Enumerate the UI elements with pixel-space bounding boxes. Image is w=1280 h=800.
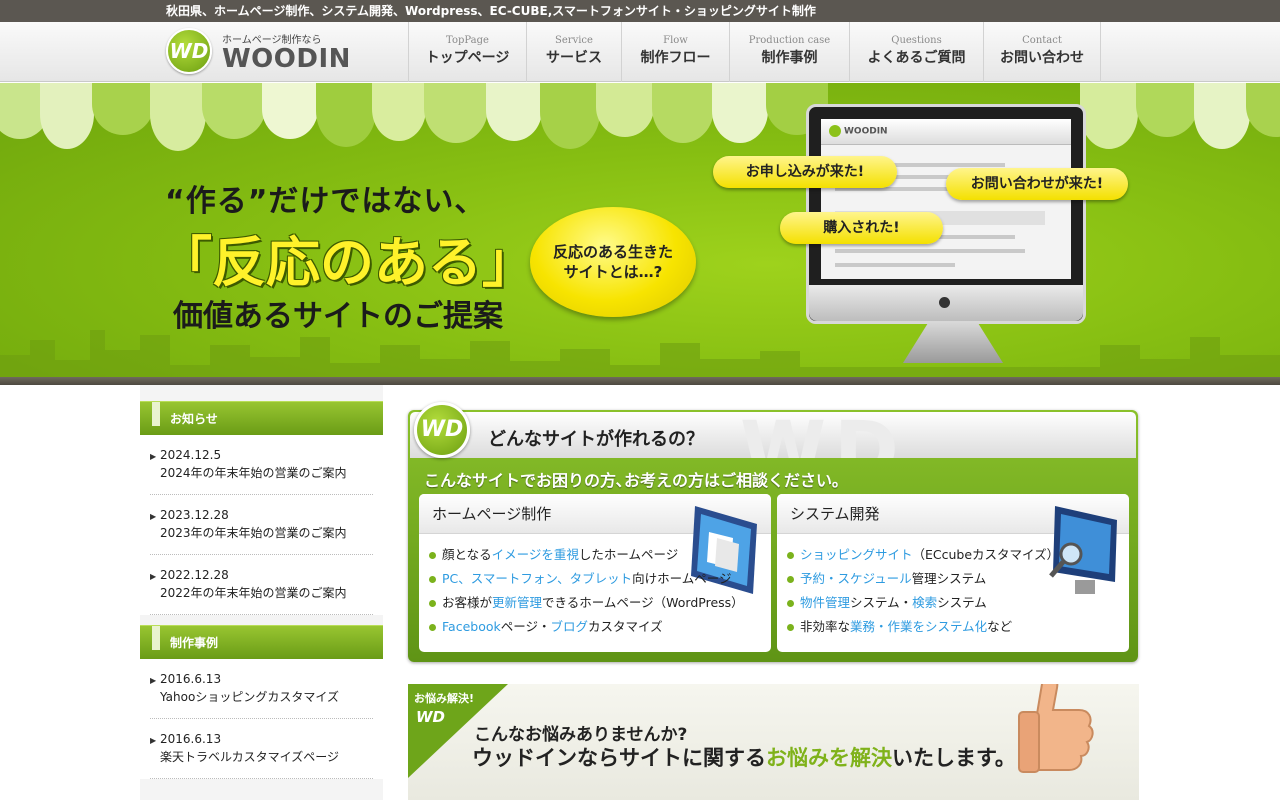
news-date: 2023.12.28 — [160, 508, 229, 522]
sidebar: お知らせ 2024.12.5 2024年の年末年始の営業のご案内 2023.12… — [140, 385, 383, 800]
hero-headline-3: 価値あるサイトのご提案 — [173, 299, 503, 334]
homepage-features: 顔となるイメージを重視したホームページ PC、スマートフォン、タブレット向けホー… — [419, 534, 771, 639]
site-description: 秋田県、ホームページ制作、システム開発、Wordpress、EC-CUBE,スマ… — [166, 4, 816, 18]
top-strip: 秋田県、ホームページ制作、システム開発、Wordpress、EC-CUBE,スマ… — [0, 0, 1280, 22]
news-item[interactable]: 2022.12.28 2022年の年末年始の営業のご案内 — [150, 555, 373, 615]
feature-item: 顔となるイメージを重視したホームページ — [429, 543, 771, 567]
feature-item: PC、スマートフォン、タブレット向けホームページ — [429, 567, 771, 591]
wd-badge-icon: WD — [414, 402, 470, 458]
feature-item: 物件管理システム・検索システム — [787, 591, 1129, 615]
nav-item-en: Production case — [748, 35, 831, 46]
works-date: 2016.6.13 — [160, 672, 222, 686]
nav-item-label: よくあるご質問 — [867, 50, 966, 66]
panel-homepage: ホームページ制作 顔となるイメージを重視したホームページ PC、スマートフォン、… — [419, 494, 771, 652]
nav-item-label: 制作フロー — [640, 50, 711, 66]
works-list: 2016.6.13 Yahooショッピングカスタマイズ 2016.6.13 楽天… — [140, 659, 383, 779]
thumbs-up-icon — [1018, 684, 1094, 773]
nav-item-top[interactable]: TopPage トップページ — [409, 22, 527, 82]
nav-item-works[interactable]: Production case 制作事例 — [730, 22, 850, 82]
banner-message: ウッドインならサイトに関するお悩みを解決いたします。 — [472, 746, 1016, 770]
works-item[interactable]: 2016.6.13 楽天トラベルカスタマイズページ — [150, 719, 373, 779]
nav-item-en: Flow — [663, 35, 688, 46]
news-date: 2022.12.28 — [160, 568, 229, 582]
works-title: Yahooショッピングカスタマイズ — [160, 690, 339, 704]
news-title: 2022年の年末年始の営業のご案内 — [160, 586, 347, 600]
news-heading: お知らせ — [140, 401, 383, 435]
balloon-application: お申し込みが来た! — [713, 156, 897, 188]
hero-headline-2: 「反応のある」 — [158, 231, 536, 294]
nav-item-flow[interactable]: Flow 制作フロー — [622, 22, 730, 82]
card-title: どんなサイトが作れるの？ — [488, 429, 704, 450]
news-list: 2024.12.5 2024年の年末年始の営業のご案内 2023.12.28 2… — [140, 435, 383, 615]
banner-flag-mark: WD — [416, 708, 445, 726]
nav-item-en: Service — [555, 35, 593, 46]
feature-item: ショッピングサイト（ECcubeカスタマイズ） — [787, 543, 1129, 567]
global-nav: TopPage トップページ Service サービス Flow 制作フロー P… — [408, 22, 1101, 82]
nav-item-label: 制作事例 — [761, 50, 818, 66]
feature-item: お客様が更新管理できるホームページ（WordPress） — [429, 591, 771, 615]
news-title: 2024年の年末年始の営業のご案内 — [160, 466, 347, 480]
works-date: 2016.6.13 — [160, 732, 222, 746]
feature-item: 非効率な業務・作業をシステム化など — [787, 615, 1129, 639]
hero-bubble-text: 反応のある生きた サイトとは…? — [552, 243, 673, 281]
nav-item-faq[interactable]: Questions よくあるご質問 — [850, 22, 984, 82]
site-logo[interactable]: WD ホームページ制作なら WOODIN — [166, 28, 356, 76]
logo-name: WOODIN — [222, 44, 351, 74]
nav-item-en: Questions — [891, 35, 942, 46]
panel-system: システム開発 ショッピングサイト（ECcubeカスタマイズ） 予約・スケジュール… — [777, 494, 1129, 652]
hero-bubble: 反応のある生きた サイトとは…? — [530, 207, 696, 317]
works-heading: 制作事例 — [140, 625, 383, 659]
feature-item: Facebookページ・ブログカスタマイズ — [429, 615, 771, 639]
monitor-chin — [809, 285, 1083, 321]
balloon-inquiry: お問い合わせが来た! — [946, 168, 1128, 200]
news-title: 2023年の年末年始の営業のご案内 — [160, 526, 347, 540]
hero-headline-1: “作る”だけではない、 — [165, 184, 486, 219]
screen-logo: WOODIN — [829, 125, 888, 137]
news-date: 2024.12.5 — [160, 448, 222, 462]
header: WD ホームページ制作なら WOODIN TopPage トップページ Serv… — [0, 22, 1280, 82]
problem-solving-banner[interactable]: お悩み解決! WD こんなお悩みありませんか? ウッドインならサイトに関するお悩… — [408, 684, 1139, 800]
card-watermark: WD — [740, 412, 907, 458]
card-header: WD どんなサイトが作れるの？ — [410, 412, 1136, 458]
nav-item-label: サービス — [546, 50, 602, 66]
system-features: ショッピングサイト（ECcubeカスタマイズ） 予約・スケジュール管理システム … — [777, 534, 1129, 639]
what-sites-card: WD どんなサイトが作れるの？ WD こんなサイトでお困りの方､お考えの方はご相… — [408, 402, 1138, 662]
news-item[interactable]: 2023.12.28 2023年の年末年始の営業のご案内 — [150, 495, 373, 555]
balloon-purchase: 購入された! — [780, 212, 943, 244]
hero-bottom-bar — [0, 377, 1280, 385]
nav-item-contact[interactable]: Contact お問い合わせ — [984, 22, 1101, 82]
nav-item-service[interactable]: Service サービス — [527, 22, 622, 82]
card-subtitle: こんなサイトでお困りの方､お考えの方はご相談ください｡ — [424, 471, 841, 490]
nav-item-label: お問い合わせ — [1000, 50, 1084, 66]
nav-item-en: Contact — [1022, 35, 1062, 46]
feature-item: 予約・スケジュール管理システム — [787, 567, 1129, 591]
logo-mark-icon: WD — [166, 28, 212, 74]
works-item[interactable]: 2016.6.13 Yahooショッピングカスタマイズ — [150, 659, 373, 719]
banner-flag-text: お悩み解決! — [414, 692, 475, 705]
hero-banner: “作る”だけではない、 「反応のある」 価値あるサイトのご提案 反応のある生きた… — [0, 83, 1280, 385]
nav-item-en: TopPage — [446, 35, 489, 46]
works-title: 楽天トラベルカスタマイズページ — [160, 750, 340, 764]
news-item[interactable]: 2024.12.5 2024年の年末年始の営業のご案内 — [150, 435, 373, 495]
nav-item-label: トップページ — [425, 50, 510, 66]
